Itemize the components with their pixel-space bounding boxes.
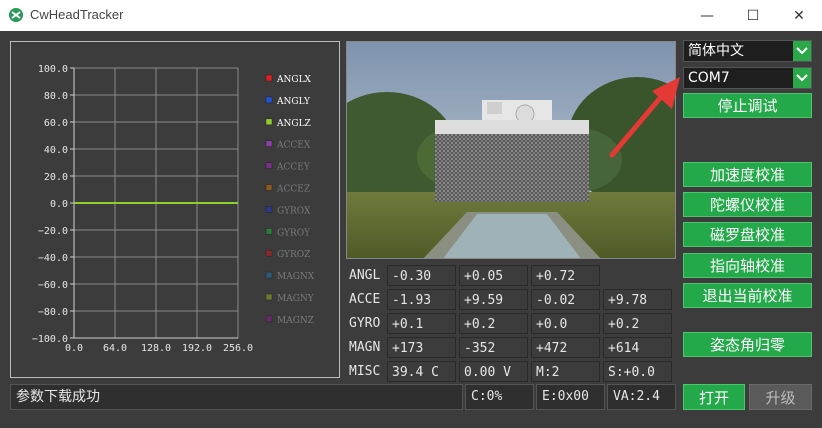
y-tick-label: −40.0	[38, 253, 68, 264]
legend-swatch-anglz	[265, 118, 273, 126]
heading-calibration-button[interactable]: 指向轴校准	[683, 253, 812, 278]
reading-label-magn: MAGN	[349, 340, 381, 355]
open-button[interactable]: 打开	[683, 384, 745, 410]
reading-value-gyro-4: +0.2	[603, 313, 672, 334]
window-title: CwHeadTracker	[30, 7, 124, 22]
reading-label-angl: ANGL	[349, 268, 381, 283]
y-tick-label: 20.0	[44, 172, 68, 183]
legend-swatch-magny	[265, 293, 273, 301]
legend-label-gyroz: GYROZ	[277, 250, 310, 260]
x-tick-label: 192.0	[182, 343, 212, 354]
reading-value-misc-3: M:2	[531, 361, 600, 382]
x-tick-label: 64.0	[103, 343, 127, 354]
legend-label-accey: ACCEY	[276, 163, 311, 173]
port-select[interactable]: COM7	[683, 67, 812, 89]
sensor-chart: 0.0 64.0 128.0 192.0 256.0 100.0 80.0 60.0 40.0 2…	[32, 64, 315, 354]
legend-swatch-accex	[265, 140, 273, 147]
reading-value-gyro-3: +0.0	[531, 313, 600, 334]
reading-value-gyro-1: +0.1	[387, 313, 456, 334]
reading-value-angl-1: -0.30	[387, 265, 456, 286]
legend-swatch-accey	[265, 162, 273, 169]
gyro-calibration-button[interactable]: 陀螺仪校准	[683, 192, 812, 217]
port-value: COM7	[688, 70, 730, 86]
legend-swatch-accez	[265, 184, 273, 191]
reading-value-misc-2: 0.00 V	[459, 361, 528, 382]
reading-value-misc-1: 39.4 C	[387, 361, 456, 382]
legend-label-anglx: ANGLX	[276, 75, 312, 85]
reset-attitude-button[interactable]: 姿态角归零	[683, 332, 812, 357]
stop-debug-button[interactable]: 停止调试	[683, 93, 812, 118]
app-logo-icon	[9, 8, 23, 22]
y-tick-label: 100.0	[38, 64, 68, 75]
reading-value-acce-4: +9.78	[603, 289, 672, 310]
reading-value-acce-3: -0.02	[531, 289, 600, 310]
y-tick-label: −80.0	[38, 307, 68, 318]
chevron-down-icon	[793, 41, 811, 61]
y-tick-label: −100.0	[32, 334, 68, 345]
title-bar: CwHeadTracker — ☐ ✕	[0, 0, 822, 31]
upgrade-button[interactable]: 升级	[749, 384, 812, 410]
close-icon: ✕	[793, 7, 805, 24]
accel-calibration-button[interactable]: 加速度校准	[683, 162, 812, 187]
legend-swatch-angly	[265, 96, 273, 104]
minimize-icon: —	[700, 7, 714, 24]
reading-label-acce: ACCE	[349, 292, 381, 307]
chevron-down-icon	[793, 68, 811, 88]
maximize-icon: ☐	[746, 7, 760, 24]
y-tick-label: −20.0	[38, 226, 68, 237]
minimize-button[interactable]: —	[684, 0, 730, 31]
legend-swatch-gyroz	[265, 249, 273, 257]
reading-value-misc-4: S:+0.0	[603, 361, 672, 382]
language-select[interactable]: 简体中文	[683, 40, 812, 62]
legend-label-gyroy: GYROY	[277, 228, 311, 238]
reading-value-magn-3: +472	[531, 337, 600, 358]
reading-label-gyro: GYRO	[349, 316, 381, 331]
legend-label-magnz: MAGNZ	[277, 316, 314, 326]
reading-value-acce-2: +9.59	[459, 289, 528, 310]
legend-label-accex: ACCEX	[276, 141, 311, 151]
reading-value-gyro-2: +0.2	[459, 313, 528, 334]
reading-value-angl-2: +0.05	[459, 265, 528, 286]
mag-calibration-button[interactable]: 磁罗盘校准	[683, 222, 812, 247]
status-message: 参数下载成功	[10, 384, 463, 410]
status-va: VA:2.4	[607, 384, 676, 410]
reading-value-magn-2: -352	[459, 337, 528, 358]
legend-label-angly: ANGLY	[276, 97, 311, 107]
legend-label-anglz: ANGLZ	[276, 119, 311, 129]
reading-value-acce-1: -1.93	[387, 289, 456, 310]
y-tick-label: 80.0	[44, 91, 68, 102]
legend-swatch-anglx	[265, 74, 273, 82]
legend-label-gyrox: GYROX	[277, 206, 311, 216]
maximize-button[interactable]: ☐	[730, 0, 776, 31]
legend-swatch-gyrox	[265, 206, 273, 213]
x-tick-label: 256.0	[223, 343, 253, 354]
y-tick-label: 60.0	[44, 118, 68, 129]
legend-label-accez: ACCEZ	[276, 185, 310, 195]
reading-value-magn-1: +173	[387, 337, 456, 358]
y-tick-label: 0.0	[50, 199, 68, 210]
reading-value-angl-3: +0.72	[531, 265, 600, 286]
annotation-arrow-icon	[609, 77, 680, 158]
legend-swatch-magnx	[265, 271, 273, 279]
reading-label-misc: MISC	[349, 364, 381, 379]
close-button[interactable]: ✕	[776, 0, 822, 31]
y-tick-label: 40.0	[44, 145, 68, 156]
x-tick-label: 128.0	[141, 343, 171, 354]
exit-calibration-button[interactable]: 退出当前校准	[683, 283, 812, 308]
legend-label-magnx: MAGNX	[277, 272, 315, 282]
status-e: E:0x00	[536, 384, 605, 410]
legend-swatch-gyroy	[265, 228, 273, 235]
status-c: C:0%	[465, 384, 534, 410]
legend-label-magny: MAGNY	[277, 294, 315, 304]
reading-value-magn-4: +614	[603, 337, 672, 358]
legend-swatch-magnz	[265, 315, 273, 323]
y-tick-label: −60.0	[38, 280, 68, 291]
language-value: 简体中文	[688, 43, 744, 59]
